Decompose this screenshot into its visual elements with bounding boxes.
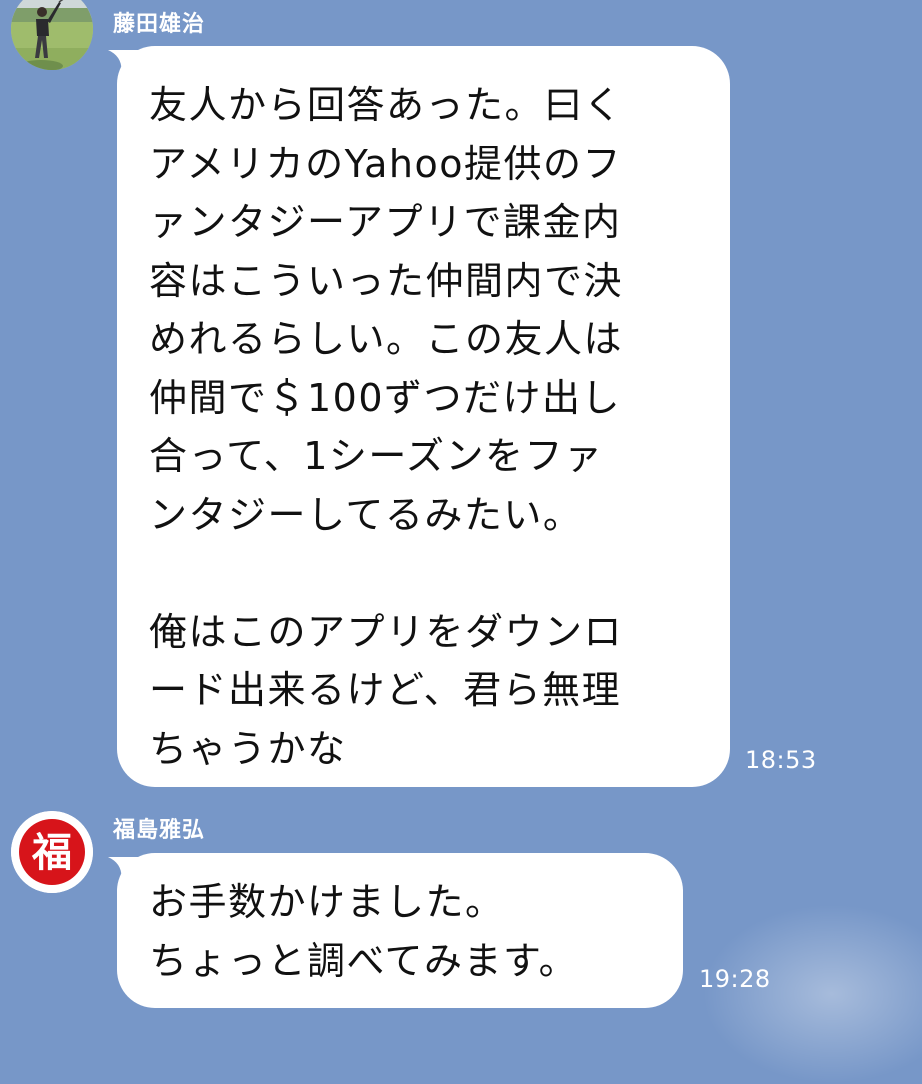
sender-name: 福島雅弘 — [113, 818, 206, 843]
message-line: ちょっと調べてみます。 — [149, 938, 579, 983]
message-line — [149, 544, 730, 603]
message-line: 合って、1シーズンをファ — [149, 434, 604, 478]
message-line: お手数かけました。 — [149, 880, 505, 924]
bubble-tail-icon — [108, 50, 142, 80]
message-line: ちゃうかな — [149, 726, 347, 771]
golfer-photo-avatar — [11, 0, 93, 70]
fuku-kanji-avatar: 福 — [11, 811, 93, 893]
message-line: 友人から回答あった。曰く — [149, 83, 624, 127]
message-line: 仲間で＄100ずつだけ出し — [149, 375, 622, 420]
avatar[interactable]: 福 — [11, 811, 93, 893]
message-line: ァンタジーアプリで課金内 — [149, 200, 622, 244]
message-timestamp: 19:28 — [699, 965, 771, 993]
message-line: 俺はこのアプリをダウンロ — [149, 609, 624, 654]
message-line: 容はこういった仲間内で決 — [149, 258, 624, 303]
message-bubble[interactable]: 友人から回答あった。曰く アメリカのYahoo提供のフ ァンタジーアプリで課金内… — [108, 46, 730, 787]
avatar[interactable] — [11, 0, 93, 70]
message-line: めれるらしい。この友人は — [149, 317, 624, 361]
message-line: アメリカのYahoo提供のフ — [149, 141, 622, 186]
message-line: ード出来るけど、君ら無理 — [149, 668, 622, 712]
screen-glare — [702, 904, 922, 1084]
avatar-kanji: 福 — [31, 829, 72, 876]
sender-name: 藤田雄治 — [113, 12, 206, 37]
message-line: ンタジーしてるみたい。 — [149, 492, 583, 537]
message-bubble[interactable]: お手数かけました。 ちょっと調べてみます。 — [108, 853, 683, 1008]
message-timestamp: 18:53 — [745, 746, 817, 774]
bubble-tail-icon — [108, 857, 142, 887]
